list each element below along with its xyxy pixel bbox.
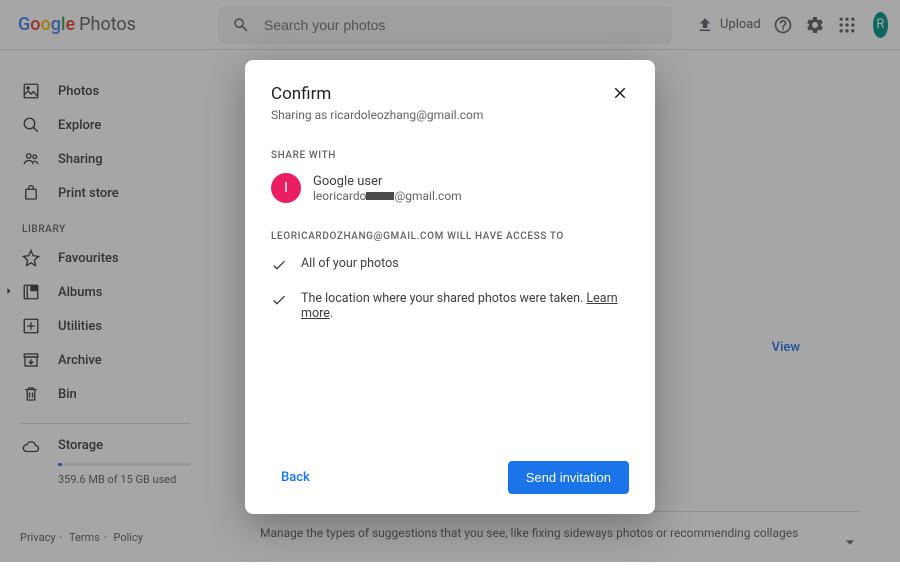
access-list: All of your photos The location where yo… (271, 256, 629, 321)
access-item: The location where your shared photos we… (271, 291, 629, 321)
dialog-subtitle: Sharing as ricardoleozhang@gmail.com (271, 108, 483, 122)
dialog-title: Confirm (271, 84, 483, 104)
back-button[interactable]: Back (271, 462, 320, 493)
access-label: LEORICARDOZHANG@GMAIL.COM WILL HAVE ACCE… (271, 231, 629, 242)
send-invitation-button[interactable]: Send invitation (508, 461, 629, 494)
contact-row: I Google user leoricardo@gmail.com (271, 173, 629, 203)
confirm-dialog: Confirm Sharing as ricardoleozhang@gmail… (245, 60, 655, 514)
check-icon (271, 292, 287, 308)
close-icon (611, 84, 629, 102)
contact-email: leoricardo@gmail.com (313, 189, 462, 203)
share-with-label: SHARE WITH (271, 150, 629, 161)
check-icon (271, 257, 287, 273)
access-item: All of your photos (271, 256, 629, 273)
modal-overlay: Confirm Sharing as ricardoleozhang@gmail… (0, 0, 900, 562)
contact-name: Google user (313, 174, 462, 189)
close-button[interactable] (611, 84, 629, 106)
contact-avatar: I (271, 173, 301, 203)
